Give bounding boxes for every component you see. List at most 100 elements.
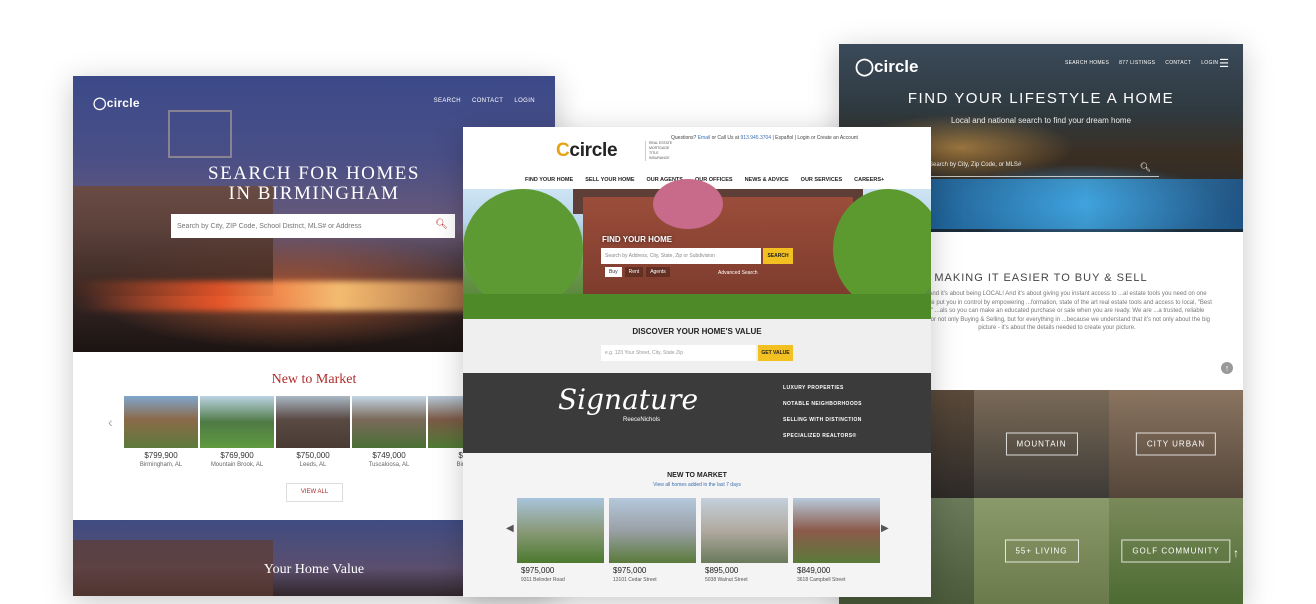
listing-card[interactable]: $975,000 13101 Cedar Street [609, 498, 696, 583]
listing-price: $750,000 [296, 451, 330, 460]
listing-location: Leeds, AL [299, 462, 327, 468]
scroll-top-icon[interactable]: ↑ [1221, 362, 1233, 374]
listing-photo [517, 498, 604, 563]
listing-photo [793, 498, 880, 563]
hero-pool [929, 179, 1243, 229]
phone-link[interactable]: 913.945.3704 [741, 135, 772, 141]
listing-carousel: $975,000 9311 Belinder Road $975,000 131… [517, 498, 880, 583]
lifestyle-tile-city-urban[interactable]: CITY URBAN [1109, 390, 1243, 498]
nav-login[interactable]: LOGIN [1201, 60, 1218, 66]
new-to-market-title: NEW TO MARKET [667, 472, 727, 479]
search-icon[interactable]: 🔍︎ [1140, 162, 1151, 173]
listing-price: $975,000 [521, 566, 555, 575]
search-icon[interactable]: 🔍︎ [435, 220, 448, 230]
listing-address: 13101 Cedar Street [613, 577, 657, 583]
listing-photo [124, 396, 198, 448]
site-logo[interactable]: Ccircle [556, 140, 618, 162]
listing-card[interactable]: $769,900 Mountain Brook, AL [200, 396, 274, 468]
carousel-next-icon[interactable]: ▶ [881, 523, 889, 534]
nav-sell-your-home[interactable]: SELL YOUR HOME [585, 177, 634, 183]
menu-icon[interactable]: ☰ [1219, 57, 1229, 70]
listing-location: Tuscaloosa, AL [368, 462, 410, 468]
listing-photo [701, 498, 788, 563]
listing-card[interactable]: $895,000 5038 Walnut Street [701, 498, 788, 583]
search-input[interactable] [171, 214, 427, 238]
hero-sign [168, 110, 232, 158]
utility-bar: Questions? Email or Call Us at 913.945.3… [671, 135, 858, 141]
nav-listings[interactable]: 877 LISTINGS [1119, 60, 1155, 66]
hero-headline: SEARCH FOR HOMES IN BIRMINGHAM [208, 163, 420, 204]
listing-card[interactable]: $975,000 9311 Belinder Road [517, 498, 604, 583]
nav-news-advice[interactable]: NEWS & ADVICE [745, 177, 789, 183]
listing-address: 3618 Campbell Street [797, 577, 846, 583]
listing-photo [200, 396, 274, 448]
top-nav: SEARCH CONTACT LOGIN [434, 98, 535, 104]
listing-price: $769,900 [220, 451, 254, 460]
find-home-title: FIND YOUR HOME [602, 235, 673, 244]
listing-address: 5038 Walnut Street [705, 577, 748, 583]
listing-price: $895,000 [705, 566, 739, 575]
new-to-market-section: NEW TO MARKET View all homes added in th… [463, 453, 931, 597]
util-links[interactable]: | Español | Login or Create an Account [771, 135, 857, 141]
site-logo[interactable]: ◯circle [93, 96, 140, 110]
listing-photo [352, 396, 426, 448]
listing-photo [609, 498, 696, 563]
new-to-market-link[interactable]: View all homes added in the last 7 days [463, 482, 931, 488]
feature-item: NOTABLE NEIGHBORHOODS [783, 401, 862, 407]
search-bar: 🔍︎ [171, 214, 455, 238]
listing-location: Birmingham, AL [139, 462, 183, 468]
nav-contact[interactable]: CONTACT [1165, 60, 1191, 66]
intro-text: ...YOU! And it's about being LOCAL! And … [902, 291, 1212, 331]
site-logo[interactable]: ◯circle [855, 57, 918, 77]
carousel-prev-icon[interactable]: ◀ [506, 523, 514, 534]
logo-tagline: REAL ESTATE MORTGAGE TITLE INSURANCE [645, 141, 672, 161]
feature-item: LUXURY PROPERTIES [783, 385, 844, 391]
home-value-section: DISCOVER YOUR HOME'S VALUE e.g. 123 Your… [463, 319, 931, 373]
signature-banner: Signature ReeceNichols LUXURY PROPERTIES… [463, 373, 931, 453]
listing-carousel: $799,900 Birmingham, AL $769,900 Mountai… [124, 396, 502, 468]
listing-card[interactable]: $849,000 3618 Campbell Street [793, 498, 880, 583]
search-tabs: Buy Rent Agents [605, 267, 670, 277]
advanced-search-link[interactable]: Advanced Search [718, 270, 757, 276]
nav-search[interactable]: SEARCH [434, 98, 461, 104]
address-input[interactable]: e.g. 123 Your Street, City, State Zip [601, 345, 756, 361]
tile-label: CITY URBAN [1135, 432, 1217, 456]
lifestyle-tile-golf-community[interactable]: GOLF COMMUNITY [1109, 498, 1243, 604]
email-link[interactable]: Email [698, 135, 711, 141]
view-all-button[interactable]: VIEW ALL [286, 483, 343, 502]
nav-find-your-home[interactable]: FIND YOUR HOME [525, 177, 573, 183]
nav-search-homes[interactable]: SEARCH HOMES [1065, 60, 1109, 66]
hero-subhead: Local and national search to find your d… [950, 116, 1132, 125]
circle-logo-icon: C [556, 140, 570, 161]
listing-price: $849,000 [797, 566, 831, 575]
lifestyle-tile-55-living[interactable]: 55+ LIVING [974, 498, 1109, 604]
listing-price: $749,000 [372, 451, 406, 460]
get-value-button[interactable]: GET VALUE [758, 345, 793, 361]
hero-headline: FIND YOUR LIFESTYLE A HOME [907, 90, 1175, 107]
signature-brand: ReeceNichols [623, 417, 661, 423]
scroll-up-icon[interactable]: ↑ [1233, 546, 1239, 560]
nav-login[interactable]: LOGIN [514, 98, 535, 104]
nav-careers[interactable]: CAREERS+ [854, 177, 884, 183]
listing-card[interactable]: $750,000 Leeds, AL [276, 396, 350, 468]
tile-label: 55+ LIVING [1004, 539, 1079, 563]
feature-item: SELLING WITH DISTINCTION [783, 417, 862, 423]
top-nav: SEARCH HOMES 877 LISTINGS CONTACT LOGIN [1065, 60, 1218, 66]
listing-card[interactable]: $749,000 Tuscaloosa, AL [352, 396, 426, 468]
nav-contact[interactable]: CONTACT [472, 98, 503, 104]
tree [653, 179, 723, 229]
circle-logo-icon: ◯ [93, 96, 107, 110]
lifestyle-tile-mountain[interactable]: MOUNTAIN [974, 390, 1109, 498]
search-button[interactable]: SEARCH [763, 248, 793, 264]
tab-buy[interactable]: Buy [605, 267, 622, 277]
tab-rent[interactable]: Rent [624, 267, 644, 277]
nav-our-services[interactable]: OUR SERVICES [801, 177, 842, 183]
circle-logo-icon: ◯ [855, 57, 875, 76]
listing-price: $975,000 [613, 566, 647, 575]
tile-label: GOLF COMMUNITY [1121, 539, 1231, 563]
carousel-prev-icon[interactable]: ‹ [108, 414, 113, 430]
search-input[interactable]: Search by City, Zip Code, or MLS# 🔍︎ [929, 162, 1159, 177]
find-home-input[interactable]: Search by Address, City, State, Zip or S… [601, 248, 761, 264]
tab-agents[interactable]: Agents [646, 267, 670, 277]
listing-card[interactable]: $799,900 Birmingham, AL [124, 396, 198, 468]
